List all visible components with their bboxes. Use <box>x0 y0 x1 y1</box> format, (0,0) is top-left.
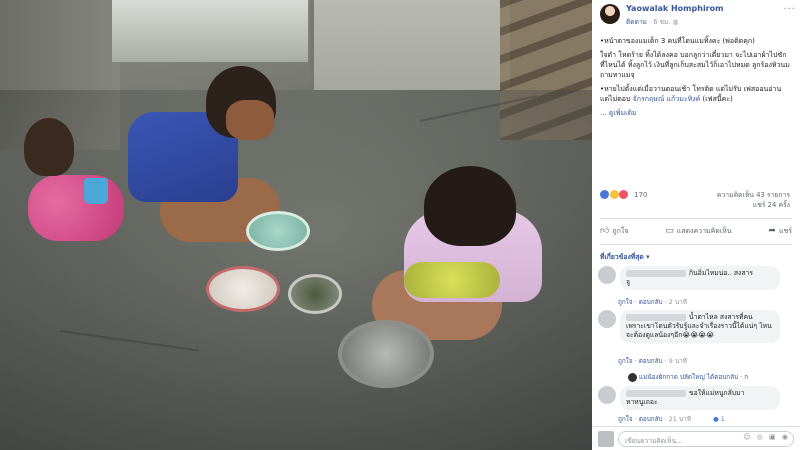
comment-label: แสดงความคิดเห็น <box>676 226 732 235</box>
composer-attachment-icons[interactable]: ☺ ◎ ▣ ◉ <box>743 433 790 441</box>
love-icon <box>619 190 629 199</box>
post-time[interactable]: 6 ชม. <box>653 18 670 26</box>
post-paragraph-3: •หายไปตั้งแต่เมื่อวานตอนเช้า โทรติด แต่ไ… <box>600 84 790 104</box>
divider <box>600 218 792 219</box>
comment-text: น้ำตาไหล สงสารที่คน <box>689 313 753 321</box>
commenter-avatar[interactable] <box>598 310 616 328</box>
more-options-icon[interactable]: ··· <box>783 4 796 15</box>
divider <box>600 244 792 245</box>
see-more-link[interactable]: ... ดูเพิ่มเติม <box>600 109 637 117</box>
comment-like-link[interactable]: ถูกใจ <box>618 415 633 423</box>
reaction-icons[interactable] <box>600 190 629 199</box>
comment-time[interactable]: 2 นาที <box>669 298 687 306</box>
comment-composer: เขียนความคิดเห็น... ☺ ◎ ▣ ◉ <box>592 426 800 450</box>
comment-text: ขอให้แม่หนูกลับมา <box>689 389 745 397</box>
commenter-name-redacted[interactable] <box>626 389 686 397</box>
post-stats: ความคิดเห็น 43 รายการ แชร์ 24 ครั้ง <box>680 190 790 210</box>
white-plate <box>206 266 280 312</box>
comment-bubble: ขอให้แม่หนูกลับมา หาหนูเถอะ <box>620 386 780 410</box>
comment-time[interactable]: 21 นาที <box>669 415 691 423</box>
commenter-name-redacted[interactable] <box>626 269 686 277</box>
share-button[interactable]: ➦ แชร์ <box>768 224 792 238</box>
comment-text-cont: จู <box>626 278 630 286</box>
boy-face <box>226 100 274 140</box>
steel-tray <box>338 320 434 388</box>
author-name[interactable]: Yaowalak Homphirom <box>626 4 723 13</box>
like-label: ถูกใจ <box>612 226 629 235</box>
post-actions: 👍︎ ถูกใจ ▭ แสดงความคิดเห็น ➦ แชร์ <box>600 224 792 238</box>
post-meta: ติดตาม · 6 ชม. ◍ <box>626 16 678 27</box>
share-count[interactable]: แชร์ 24 ครั้ง <box>680 200 790 210</box>
comment-like-number: 1 <box>720 415 725 423</box>
view-replies-link[interactable]: แม่น้องผักกาด ปลัดใหญ่ ได้ตอบกลับ · ก <box>628 372 748 382</box>
comment-button[interactable]: ▭ แสดงความคิดเห็น <box>665 224 731 238</box>
comment-reply-link[interactable]: ตอบกลับ <box>639 298 663 306</box>
comment-actions: ถูกใจ · ตอบกลับ · 9 นาที <box>618 357 687 365</box>
girl-head <box>424 166 516 246</box>
reply-summary: แม่น้องผักกาด ปลัดใหญ่ ได้ตอบกลับ · ก <box>639 373 749 381</box>
post-header: Yaowalak Homphirom ติดตาม · 6 ชม. ◍ ··· <box>600 4 796 28</box>
comment-filter-dropdown[interactable]: ที่เกี่ยวข้องที่สุด ▾ <box>600 251 650 262</box>
author-avatar[interactable] <box>600 4 620 24</box>
post-paragraph-2: ใจดำ โหดร้าย ทิ้งได้ลงคอ บอกลูกว่าเดี๋ยว… <box>600 51 790 79</box>
comment-time[interactable]: 9 นาที <box>669 357 687 365</box>
viewer-avatar <box>598 431 614 447</box>
comment-like-link[interactable]: ถูกใจ <box>618 298 633 306</box>
toddler-head <box>24 118 74 176</box>
follow-link[interactable]: ติดตาม <box>626 18 647 26</box>
comment-like-link[interactable]: ถูกใจ <box>618 357 633 365</box>
share-icon: ➦ <box>768 226 776 236</box>
comment-actions: ถูกใจ · ตอบกลับ · 21 นาที ● 1 <box>618 415 725 423</box>
like-icon <box>600 190 609 199</box>
post-sidebar: Yaowalak Homphirom ติดตาม · 6 ชม. ◍ ··· … <box>592 0 800 450</box>
toddler-pink-dress <box>28 175 124 241</box>
comment-text-cont: เพราะเขาโดนตัวรับรู้และจำเรื่องราวนี้ได้… <box>626 322 772 339</box>
green-plate <box>246 211 310 251</box>
globe-icon: ◍ <box>672 18 679 26</box>
blue-cup <box>84 178 108 204</box>
comment-bubble: กินอิ่มไหมน่อ.. สงสาร จู <box>620 266 780 290</box>
steel-bowl <box>288 274 342 314</box>
tagged-user-link[interactable]: จักรกฤษณ์ แก้วมะหิงค์ <box>633 95 701 103</box>
thumbs-up-icon: 👍︎ <box>600 226 610 236</box>
post-photo[interactable] <box>0 0 592 450</box>
comment-text: กินอิ่มไหมน่อ.. สงสาร <box>689 269 753 277</box>
commenter-name-redacted[interactable] <box>626 313 686 321</box>
post-paragraph-3-suffix: (เฟสนี้คะ) <box>702 95 733 103</box>
commenter-avatar[interactable] <box>598 266 616 284</box>
share-label: แชร์ <box>778 226 792 235</box>
post-paragraph-1: •หน้าตาของแมเด็ก 3 คนที่โดนแมทิ้งคะ (พ่อ… <box>600 37 755 45</box>
comment-bubble: น้ำตาไหล สงสารที่คน เพราะเขาโดนตัวรับรู้… <box>620 310 780 343</box>
comment-like-count[interactable]: ● 1 <box>713 415 725 423</box>
like-button[interactable]: 👍︎ ถูกใจ <box>600 224 628 238</box>
comment-reply-link[interactable]: ตอบกลับ <box>639 415 663 423</box>
door-panel <box>310 0 510 90</box>
comment-text-cont: หาหนูเถอะ <box>626 398 658 406</box>
reaction-count[interactable]: 170 <box>634 191 647 199</box>
comment-count[interactable]: ความคิดเห็น 43 รายการ <box>680 190 790 200</box>
post-text: •หน้าตาของแมเด็ก 3 คนที่โดนแมทิ้งคะ (พ่อ… <box>600 36 790 118</box>
comment-icon: ▭ <box>665 226 674 236</box>
haha-icon <box>609 190 619 199</box>
comment-actions: ถูกใจ · ตอบกลับ · 2 นาที <box>618 298 687 306</box>
reaction-summary: 170 ความคิดเห็น 43 รายการ แชร์ 24 ครั้ง <box>600 190 792 209</box>
reply-avatar <box>628 372 637 382</box>
doorway <box>112 0 308 62</box>
girl-yellow-skirt <box>404 262 500 298</box>
commenter-avatar[interactable] <box>598 386 616 404</box>
comment-reply-link[interactable]: ตอบกลับ <box>639 357 663 365</box>
